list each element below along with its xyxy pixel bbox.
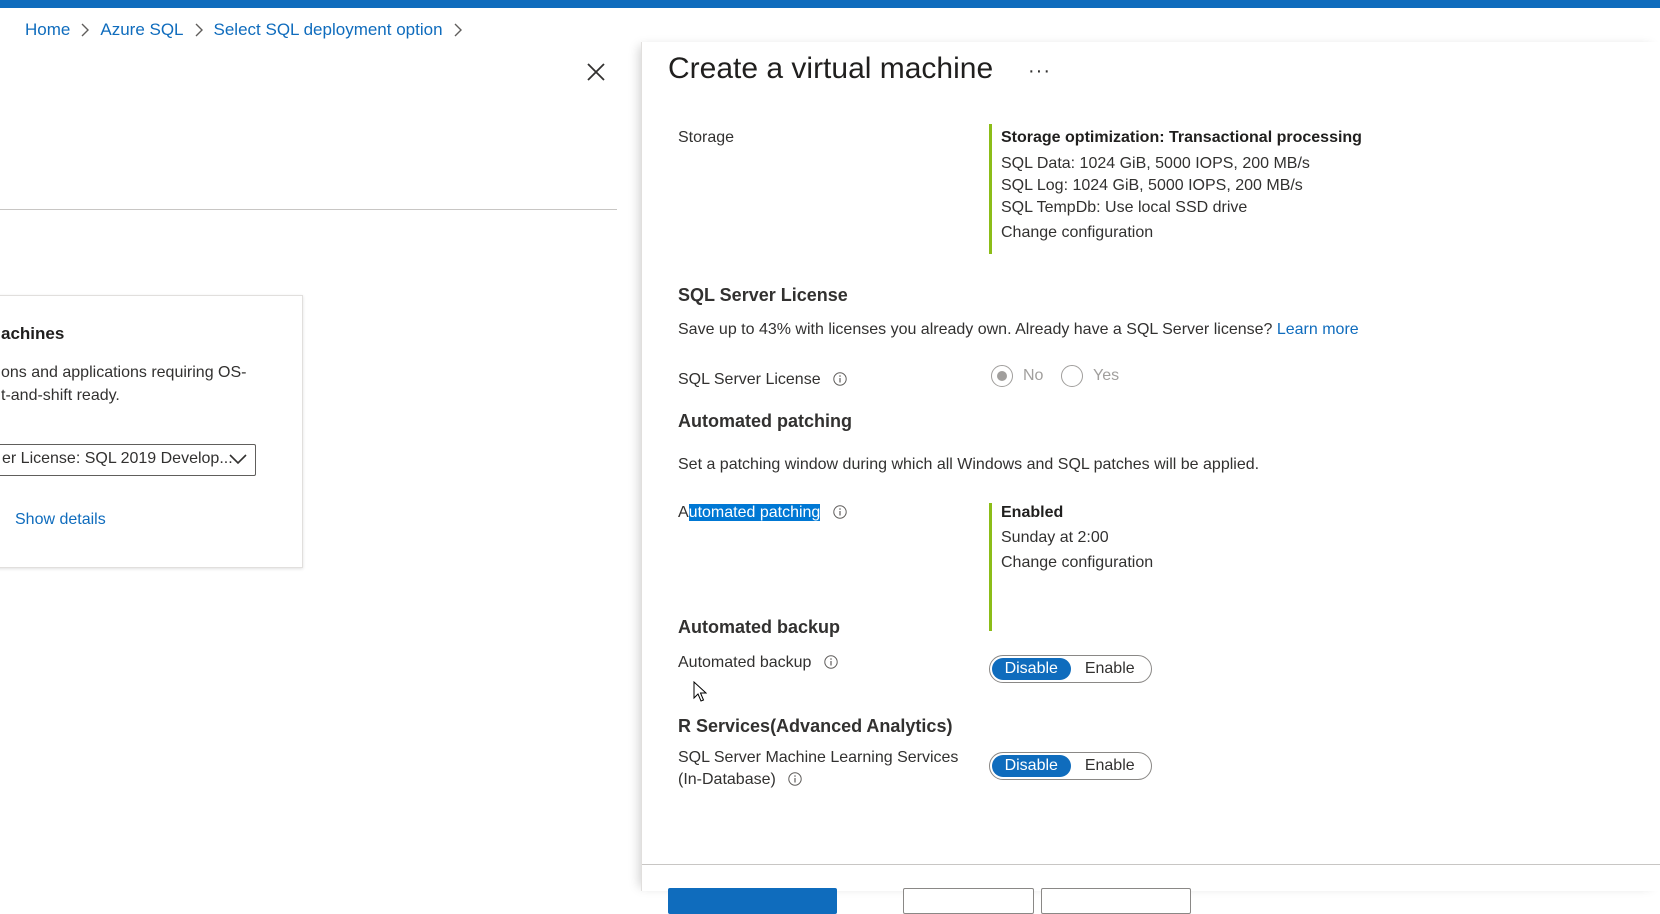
chevron-right-icon xyxy=(80,23,90,37)
breadcrumb: Home Azure SQL Select SQL deployment opt… xyxy=(25,20,473,40)
status-bar xyxy=(989,503,992,631)
show-details-link[interactable]: Show details xyxy=(15,511,106,529)
storage-sql-data: SQL Data: 1024 GiB, 5000 IOPS, 200 MB/s xyxy=(1001,155,1310,172)
dropdown-value: er License: SQL 2019 Develop... xyxy=(2,450,233,467)
license-section-heading: SQL Server License xyxy=(678,285,848,305)
patching-label-first: A xyxy=(678,504,689,521)
ml-services-label-text: (In-Database) xyxy=(678,771,776,788)
chevron-right-icon xyxy=(453,23,463,37)
info-icon[interactable] xyxy=(833,372,847,386)
previous-button[interactable] xyxy=(903,888,1034,914)
patching-label: Automated patching xyxy=(678,504,847,522)
license-desc-text: Save up to 43% with licenses you already… xyxy=(678,321,1273,338)
more-options-icon[interactable]: ··· xyxy=(1028,60,1051,83)
close-icon[interactable] xyxy=(584,60,608,84)
storage-change-configuration-link[interactable]: Change configuration xyxy=(1001,224,1153,242)
divider xyxy=(0,209,617,210)
license-radio-no[interactable] xyxy=(991,365,1013,387)
license-label: SQL Server License xyxy=(678,371,847,389)
info-icon[interactable] xyxy=(788,772,802,786)
deployment-option-blade: achines ons and applications requiring O… xyxy=(0,42,640,891)
patching-description: Set a patching window during which all W… xyxy=(678,456,1260,473)
info-icon[interactable] xyxy=(833,505,847,519)
chevron-right-icon xyxy=(194,23,204,37)
mouse-cursor-icon xyxy=(693,681,707,702)
patching-status: Enabled xyxy=(1001,504,1064,521)
learn-more-link[interactable]: Learn more xyxy=(1277,321,1359,338)
storage-sql-tempdb: SQL TempDb: Use local SSD drive xyxy=(1001,199,1248,216)
review-create-button[interactable] xyxy=(668,888,837,914)
patching-label-selected-text: utomated patching xyxy=(688,504,821,521)
patching-schedule: Sunday at 2:00 xyxy=(1001,529,1109,546)
patching-change-configuration-link[interactable]: Change configuration xyxy=(1001,554,1153,572)
backup-disable-option[interactable]: Disable xyxy=(992,658,1071,680)
license-radio-yes[interactable] xyxy=(1061,365,1083,387)
storage-label: Storage xyxy=(678,129,735,146)
card-title: achines xyxy=(1,324,65,343)
ml-services-label-line2: (In-Database) xyxy=(678,771,802,789)
top-accent-bar xyxy=(0,0,1660,8)
backup-toggle[interactable]: Disable Enable xyxy=(989,655,1152,683)
storage-heading: Storage optimization: Transactional proc… xyxy=(1001,129,1362,146)
sql-virtual-machines-card: achines ons and applications requiring O… xyxy=(0,295,303,568)
card-description: ons and applications requiring OS- t-and… xyxy=(1,364,247,404)
ml-services-disable-option[interactable]: Disable xyxy=(992,755,1071,777)
storage-sql-log: SQL Log: 1024 GiB, 5000 IOPS, 200 MB/s xyxy=(1001,177,1303,194)
backup-section-heading: Automated backup xyxy=(678,617,841,637)
footer-divider xyxy=(642,864,1660,865)
breadcrumb-azure-sql[interactable]: Azure SQL xyxy=(100,20,183,40)
backup-label: Automated backup xyxy=(678,654,838,672)
backup-enable-option[interactable]: Enable xyxy=(1071,658,1150,680)
status-bar xyxy=(989,124,992,254)
rservices-section-heading: R Services(Advanced Analytics) xyxy=(678,716,953,736)
breadcrumb-select-sql-deployment[interactable]: Select SQL deployment option xyxy=(214,20,443,40)
image-offer-dropdown[interactable]: er License: SQL 2019 Develop... xyxy=(0,444,256,476)
next-button[interactable] xyxy=(1041,888,1191,914)
license-radio-no-label: No xyxy=(1023,367,1044,384)
chevron-down-icon xyxy=(229,454,247,465)
patching-section-heading: Automated patching xyxy=(678,411,852,431)
license-radio-yes-label: Yes xyxy=(1093,367,1120,384)
backup-label-text: Automated backup xyxy=(678,654,812,671)
ml-services-toggle[interactable]: Disable Enable xyxy=(989,752,1152,780)
license-label-text: SQL Server License xyxy=(678,371,821,388)
ml-services-enable-option[interactable]: Enable xyxy=(1071,755,1150,777)
ml-services-label-line1: SQL Server Machine Learning Services xyxy=(678,749,959,766)
breadcrumb-home[interactable]: Home xyxy=(25,20,70,40)
page-title: Create a virtual machine xyxy=(668,52,994,85)
info-icon[interactable] xyxy=(824,655,838,669)
create-vm-panel: Create a virtual machine ··· Storage Sto… xyxy=(641,42,1660,914)
license-description: Save up to 43% with licenses you already… xyxy=(678,321,1359,339)
